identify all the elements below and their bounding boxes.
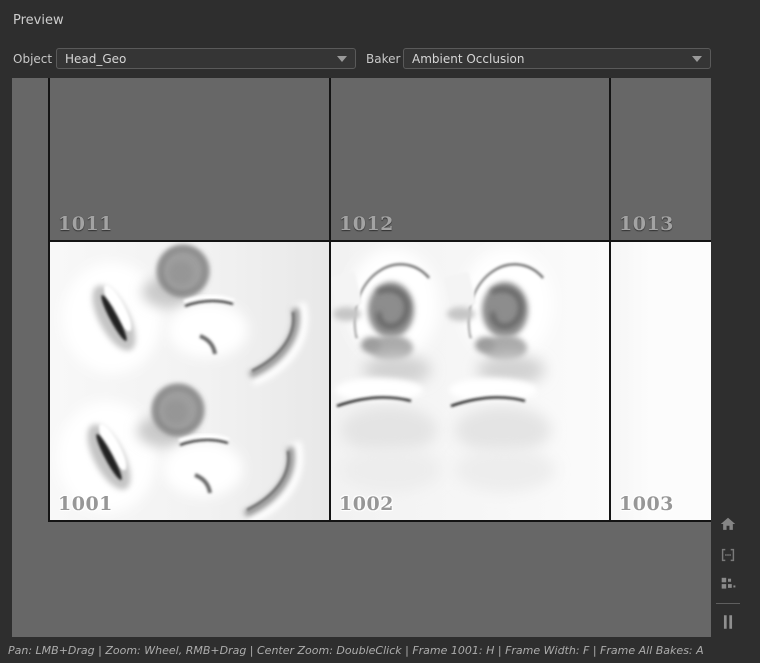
tile-label: 1011 xyxy=(58,213,113,235)
udim-tile-1011[interactable]: 1011 xyxy=(50,78,329,240)
udim-tile-1003[interactable]: 1003 xyxy=(611,242,711,520)
baker-label: Baker xyxy=(366,48,400,70)
udim-tile-1001[interactable]: 1001 xyxy=(50,242,329,520)
frame-region-icon xyxy=(719,546,737,564)
tile-label: 1001 xyxy=(58,493,113,515)
page-title: Preview xyxy=(13,13,64,28)
object-dropdown[interactable]: Head_Geo xyxy=(56,48,356,69)
chevron-down-icon xyxy=(337,56,347,62)
ao-bake-image xyxy=(50,242,329,520)
tile-label: 1012 xyxy=(339,213,394,235)
baker-dropdown-value: Ambient Occlusion xyxy=(412,52,524,66)
udim-tile-1013[interactable]: 1013 xyxy=(611,78,711,240)
status-bar: Pan: LMB+Drag | Zoom: Wheel, RMB+Drag | … xyxy=(0,637,760,663)
udim-viewport[interactable]: 1011 1012 1013 xyxy=(12,78,711,637)
baker-dropdown[interactable]: Ambient Occlusion xyxy=(403,48,711,69)
ao-bake-image xyxy=(331,242,609,520)
tile-grid-icon[interactable] xyxy=(717,574,739,596)
home-icon[interactable] xyxy=(717,513,739,535)
udim-tile-1012[interactable]: 1012 xyxy=(331,78,609,240)
frame-region-icon[interactable] xyxy=(717,544,739,566)
pause-icon xyxy=(719,613,737,631)
tile-grid-icon xyxy=(719,576,737,594)
sidebar-divider xyxy=(716,603,740,604)
udim-tile-1002[interactable]: 1002 xyxy=(331,242,609,520)
home-icon xyxy=(719,515,737,533)
tile-label: 1003 xyxy=(619,493,674,515)
tile-label: 1002 xyxy=(339,493,394,515)
grid-line-horizontal xyxy=(48,520,711,522)
tile-label: 1013 xyxy=(619,213,674,235)
pause-icon[interactable] xyxy=(717,611,739,633)
object-label: Object xyxy=(13,48,52,70)
chevron-down-icon xyxy=(692,56,702,62)
object-dropdown-value: Head_Geo xyxy=(65,52,126,66)
status-text: Pan: LMB+Drag | Zoom: Wheel, RMB+Drag | … xyxy=(8,644,704,657)
